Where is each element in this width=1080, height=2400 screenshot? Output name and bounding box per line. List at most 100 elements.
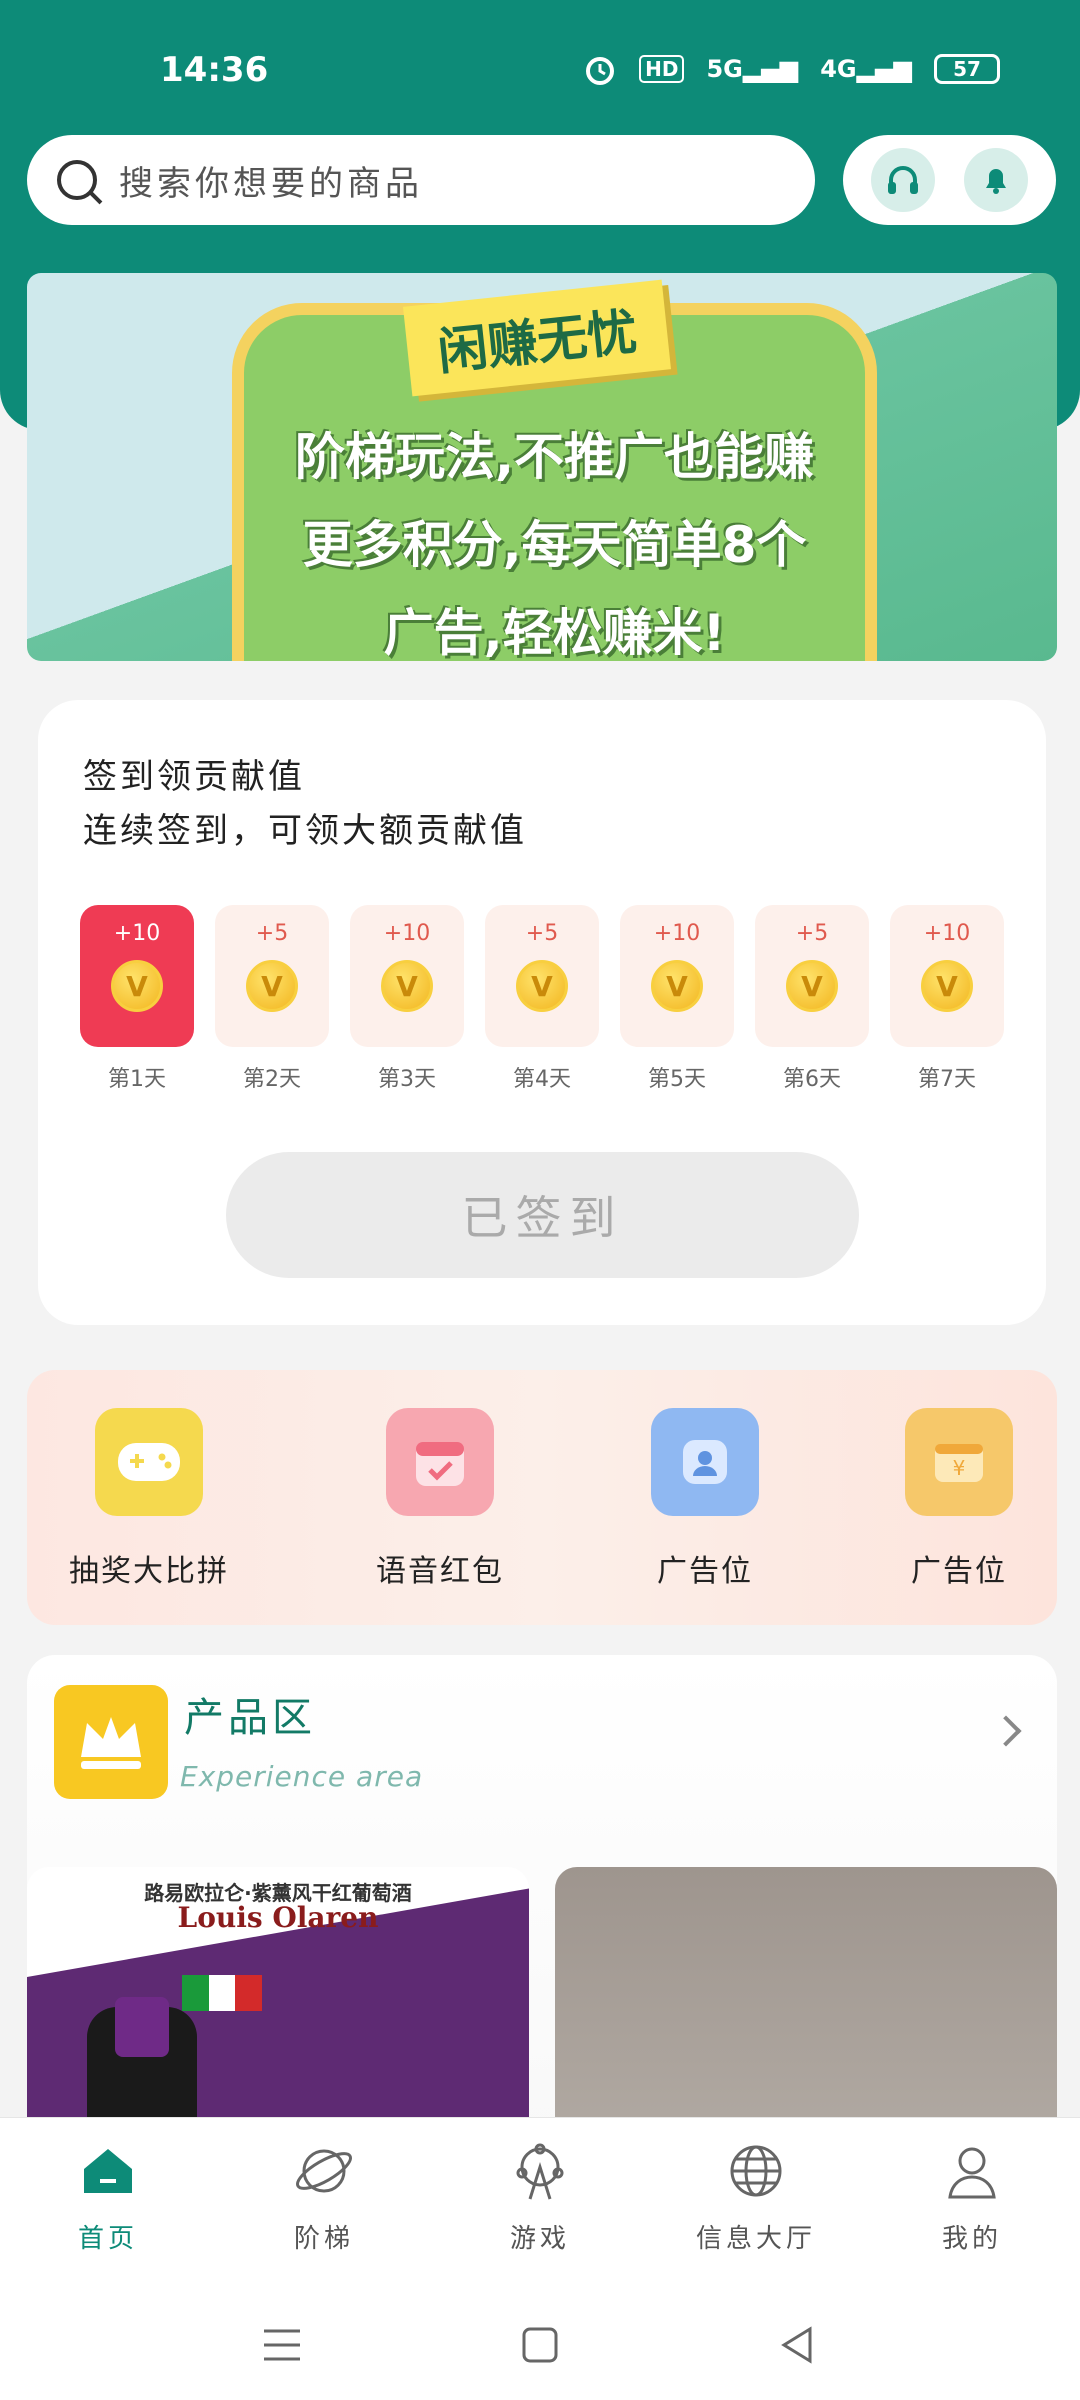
banner-line-2: 更多积分,每天简单8个 [302,516,807,574]
system-nav-bar [0,2287,1080,2400]
menu-icon[interactable] [252,2315,312,2375]
checkin-days: +10 V 第1天 +5 V 第2天 +10 V 第3天 +5 V 第4天 +10 V 第… [80,905,1004,1093]
person-icon [937,2136,1007,2206]
checkin-title-line-1: 签到领贡献值 [83,757,305,797]
day-points: +5 [795,921,829,946]
network-4g-icon: 4G▂▄▆ [820,55,912,83]
checkin-title: 签到领贡献值 连续签到，可领大额贡献值 [83,750,527,858]
checkin-card: 签到领贡献值 连续签到，可领大额贡献值 +10 V 第1天 +5 V 第2天 +10… [38,700,1046,1325]
nav-label: 游戏 [509,2224,570,2254]
status-time: 14:36 [160,50,269,90]
home-square-icon[interactable] [510,2315,570,2375]
banner-line-3: 广告,轻松赚米! [383,604,726,661]
status-icons: HD 5G▂▄▆ 4G▂▄▆ 57 [583,52,1000,86]
day-box: +5 V [485,905,599,1047]
crown-icon [54,1685,168,1799]
day-box: +5 V [215,905,329,1047]
nav-ladder[interactable]: 阶梯 [249,2136,399,2255]
coin-icon: V [651,960,703,1012]
search-placeholder: 搜索你想要的商品 [119,163,423,204]
day-points: +10 [923,921,971,946]
network-5g-icon: 5G▂▄▆ [706,55,799,83]
nav-label: 我的 [941,2224,1002,2254]
quick-ad-slot-1[interactable]: 广告位 [605,1408,805,1590]
search-input[interactable]: 搜索你想要的商品 [27,135,815,225]
day-points: +10 [653,921,701,946]
battery-level: 57 [953,57,981,81]
headset-icon[interactable] [871,148,936,212]
back-icon[interactable] [768,2315,828,2375]
nav-label: 阶梯 [293,2224,354,2254]
day-label: 第5天 [648,1067,706,1092]
checkin-day-2[interactable]: +5 V 第2天 [215,905,329,1093]
checkin-day-4[interactable]: +5 V 第4天 [485,905,599,1093]
nav-info-hall[interactable]: 信息大厅 [681,2136,831,2255]
coin-icon: V [111,960,163,1012]
day-box: +10 V [890,905,1004,1047]
day-box: +5 V [755,905,869,1047]
quick-actions-panel: 抽奖大比拼 语音红包 广告位 ¥ 广告位 [27,1370,1057,1625]
nav-mine[interactable]: 我的 [897,2136,1047,2255]
header-actions [843,135,1056,225]
search-icon [57,160,97,200]
quick-ad-slot-2[interactable]: ¥ 广告位 [859,1408,1059,1590]
coin-icon: V [921,960,973,1012]
hd-badge: HD [639,55,685,83]
quick-label: 抽奖大比拼 [69,1554,229,1589]
planet-icon [289,2136,359,2206]
day-box: +10 V [620,905,734,1047]
italy-flag-icon [182,1975,263,2011]
coin-icon: V [516,960,568,1012]
day-box: +10 V [80,905,194,1047]
checkin-day-5[interactable]: +10 V 第5天 [620,905,734,1093]
nav-games[interactable]: 游戏 [465,2136,615,2255]
profile-card-icon [651,1408,759,1516]
coin-icon: V [381,960,433,1012]
calendar-icon [386,1408,494,1516]
globe-icon [721,2136,791,2206]
checkin-day-3[interactable]: +10 V 第3天 [350,905,464,1093]
quick-label: 广告位 [911,1554,1007,1589]
checkin-day-6[interactable]: +5 V 第6天 [755,905,869,1093]
day-points: +10 [113,921,161,946]
quick-label: 语音红包 [376,1554,504,1589]
product-title: 产品区 [184,1695,316,1741]
day-label: 第3天 [378,1067,436,1092]
checked-in-button[interactable]: 已签到 [226,1152,859,1278]
day-label: 第6天 [783,1067,841,1092]
quick-lottery[interactable]: 抽奖大比拼 [49,1408,249,1590]
banner-text: 阶梯玩法,不推广也能赚 更多积分,每天简单8个 广告,轻松赚米! [232,413,877,661]
home-icon [73,2136,143,2206]
day-points: +5 [525,921,559,946]
nav-home[interactable]: 首页 [33,2136,183,2255]
status-bar: 14:36 HD 5G▂▄▆ 4G▂▄▆ 57 [0,40,1080,100]
nav-label: 首页 [77,2224,138,2254]
promo-banner[interactable]: 闲赚无忧 阶梯玩法,不推广也能赚 更多积分,每天简单8个 广告,轻松赚米! [27,273,1057,661]
coin-icon: V [786,960,838,1012]
gamepad-icon [95,1408,203,1516]
day-label: 第7天 [918,1067,976,1092]
day-label: 第2天 [243,1067,301,1092]
bottom-nav: 首页 阶梯 游戏 信息大厅 我的 [0,2117,1080,2287]
day-label: 第4天 [513,1067,571,1092]
quick-label: 广告位 [657,1554,753,1589]
wine-brand: Louis Olaren [177,1901,379,1934]
quick-voice-redpacket[interactable]: 语音红包 [340,1408,540,1590]
alarm-icon [586,57,615,85]
bell-icon[interactable] [963,148,1028,212]
checkin-day-1[interactable]: +10 V 第1天 [80,905,194,1093]
wallet-icon: ¥ [905,1408,1013,1516]
chevron-right-icon[interactable] [990,1715,1022,1747]
day-box: +10 V [350,905,464,1047]
day-points: +5 [255,921,289,946]
battery-icon: 57 [934,54,1000,84]
product-subtitle: Experience area [180,1760,424,1793]
ferris-wheel-icon [505,2136,575,2206]
day-label: 第1天 [108,1067,166,1092]
checkin-day-7[interactable]: +10 V 第7天 [890,905,1004,1093]
day-points: +10 [383,921,431,946]
banner-line-1: 阶梯玩法,不推广也能赚 [295,428,814,486]
checkin-title-line-2: 连续签到，可领大额贡献值 [83,811,527,851]
nav-label: 信息大厅 [695,2224,816,2254]
coin-icon: V [246,960,298,1012]
